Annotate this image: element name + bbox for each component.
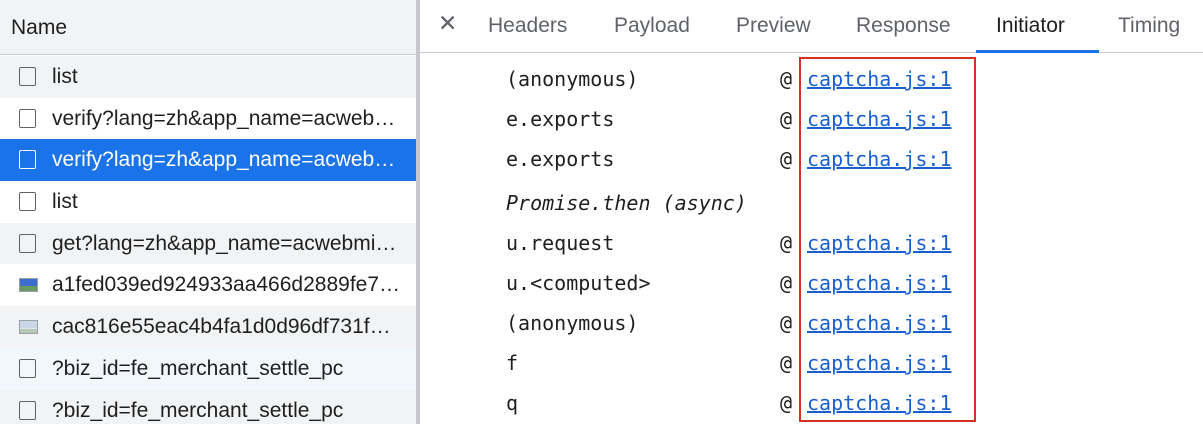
at-symbol: @ [780, 67, 793, 91]
request-list: list verify?lang=zh&app_name=acwebmiddle… [0, 56, 416, 424]
request-list-panel: Name list verify?lang=zh&app_name=acwebm… [0, 0, 418, 424]
request-row[interactable]: list [0, 181, 416, 223]
request-name: ?biz_id=fe_merchant_settle_pc [52, 356, 344, 380]
request-name: cac816e55eac4b4fa1d0d96df731fe5... [52, 315, 402, 339]
request-name: list [52, 190, 78, 214]
request-name: ?biz_id=fe_merchant_settle_pc [52, 398, 344, 422]
stack-frame: e.exports @ captcha.js:1 [420, 140, 1203, 180]
source-link[interactable]: captcha.js:1 [807, 311, 952, 335]
function-name: f [506, 351, 519, 375]
request-row[interactable]: verify?lang=zh&app_name=acwebmiddle&h=..… [0, 97, 416, 140]
name-column-label: Name [11, 16, 68, 39]
function-name: q [506, 391, 519, 415]
at-symbol: @ [780, 271, 793, 295]
stack-frame: u.<computed> @ captcha.js:1 [420, 264, 1203, 304]
initiator-call-stack: (anonymous) @ captcha.js:1 e.exports @ c… [420, 60, 1203, 424]
source-link[interactable]: captcha.js:1 [807, 231, 952, 255]
request-name: get?lang=zh&app_name=acwebmiddle&h5_sdk.… [52, 231, 402, 255]
request-row[interactable]: ?biz_id=fe_merchant_settle_pc [0, 389, 416, 424]
request-row[interactable]: get?lang=zh&app_name=acwebmiddle&h5_sdk.… [0, 222, 416, 265]
checkbox-icon [19, 192, 36, 212]
function-name: e.exports [506, 147, 615, 171]
async-label: Promise.then (async) [506, 191, 747, 215]
request-row[interactable]: a1fed039ed924933aa466d2889fe7a52... [0, 264, 416, 307]
at-symbol: @ [780, 351, 793, 375]
function-name: e.exports [506, 107, 615, 131]
function-name: (anonymous) [506, 311, 639, 335]
tab-timing[interactable]: Timing [1118, 14, 1180, 38]
tab-initiator[interactable]: Initiator [996, 14, 1065, 38]
close-icon[interactable]: ✕ [438, 10, 457, 37]
tab-payload[interactable]: Payload [614, 14, 690, 38]
at-symbol: @ [780, 311, 793, 335]
checkbox-icon [19, 150, 36, 170]
stack-frame: f @ captcha.js:1 [420, 344, 1203, 384]
at-symbol: @ [780, 231, 793, 255]
tab-preview[interactable]: Preview [736, 14, 811, 38]
checkbox-icon [19, 400, 36, 420]
request-name: a1fed039ed924933aa466d2889fe7a52... [52, 273, 402, 297]
checkbox-icon [19, 108, 36, 128]
request-name: verify?lang=zh&app_name=acwebmiddle&h=..… [52, 106, 402, 130]
source-link[interactable]: captcha.js:1 [807, 67, 952, 91]
request-row[interactable]: ?biz_id=fe_merchant_settle_pc [0, 347, 416, 390]
function-name: u.request [506, 231, 615, 255]
request-name: list [52, 65, 78, 88]
function-name: u.<computed> [506, 271, 651, 295]
request-row[interactable]: list [0, 56, 416, 98]
checkbox-icon [19, 67, 36, 86]
stack-frame: e.exports @ captcha.js:1 [420, 100, 1203, 140]
name-column-header[interactable]: Name [0, 0, 416, 55]
details-tab-bar: ✕ Headers Payload Preview Response Initi… [420, 0, 1203, 53]
at-symbol: @ [780, 391, 793, 415]
tab-response[interactable]: Response [856, 14, 951, 38]
request-name: verify?lang=zh&app_name=acwebmiddle&h=..… [52, 148, 402, 172]
stack-frame: (anonymous) @ captcha.js:1 [420, 60, 1203, 100]
source-link[interactable]: captcha.js:1 [807, 271, 952, 295]
stack-frame: (anonymous) @ captcha.js:1 [420, 304, 1203, 344]
tab-headers[interactable]: Headers [488, 14, 567, 38]
source-link[interactable]: captcha.js:1 [807, 391, 952, 415]
devtools-network-panel: Name list verify?lang=zh&app_name=acwebm… [0, 0, 1203, 424]
source-link[interactable]: captcha.js:1 [807, 351, 952, 375]
image-icon [19, 278, 38, 293]
stack-frame: q @ captcha.js:1 [420, 384, 1203, 424]
async-boundary: Promise.then (async) [420, 184, 1203, 224]
request-details-panel: ✕ Headers Payload Preview Response Initi… [420, 0, 1203, 424]
source-link[interactable]: captcha.js:1 [807, 107, 952, 131]
at-symbol: @ [780, 147, 793, 171]
at-symbol: @ [780, 107, 793, 131]
checkbox-icon [19, 233, 36, 253]
function-name: (anonymous) [506, 67, 639, 91]
source-link[interactable]: captcha.js:1 [807, 147, 952, 171]
active-tab-indicator [976, 50, 1099, 53]
request-row[interactable]: cac816e55eac4b4fa1d0d96df731fe5... [0, 306, 416, 348]
checkbox-icon [19, 358, 36, 378]
image-icon [19, 320, 38, 335]
request-row-selected[interactable]: verify?lang=zh&app_name=acwebmiddle&h=..… [0, 139, 416, 182]
stack-frame: u.request @ captcha.js:1 [420, 224, 1203, 264]
